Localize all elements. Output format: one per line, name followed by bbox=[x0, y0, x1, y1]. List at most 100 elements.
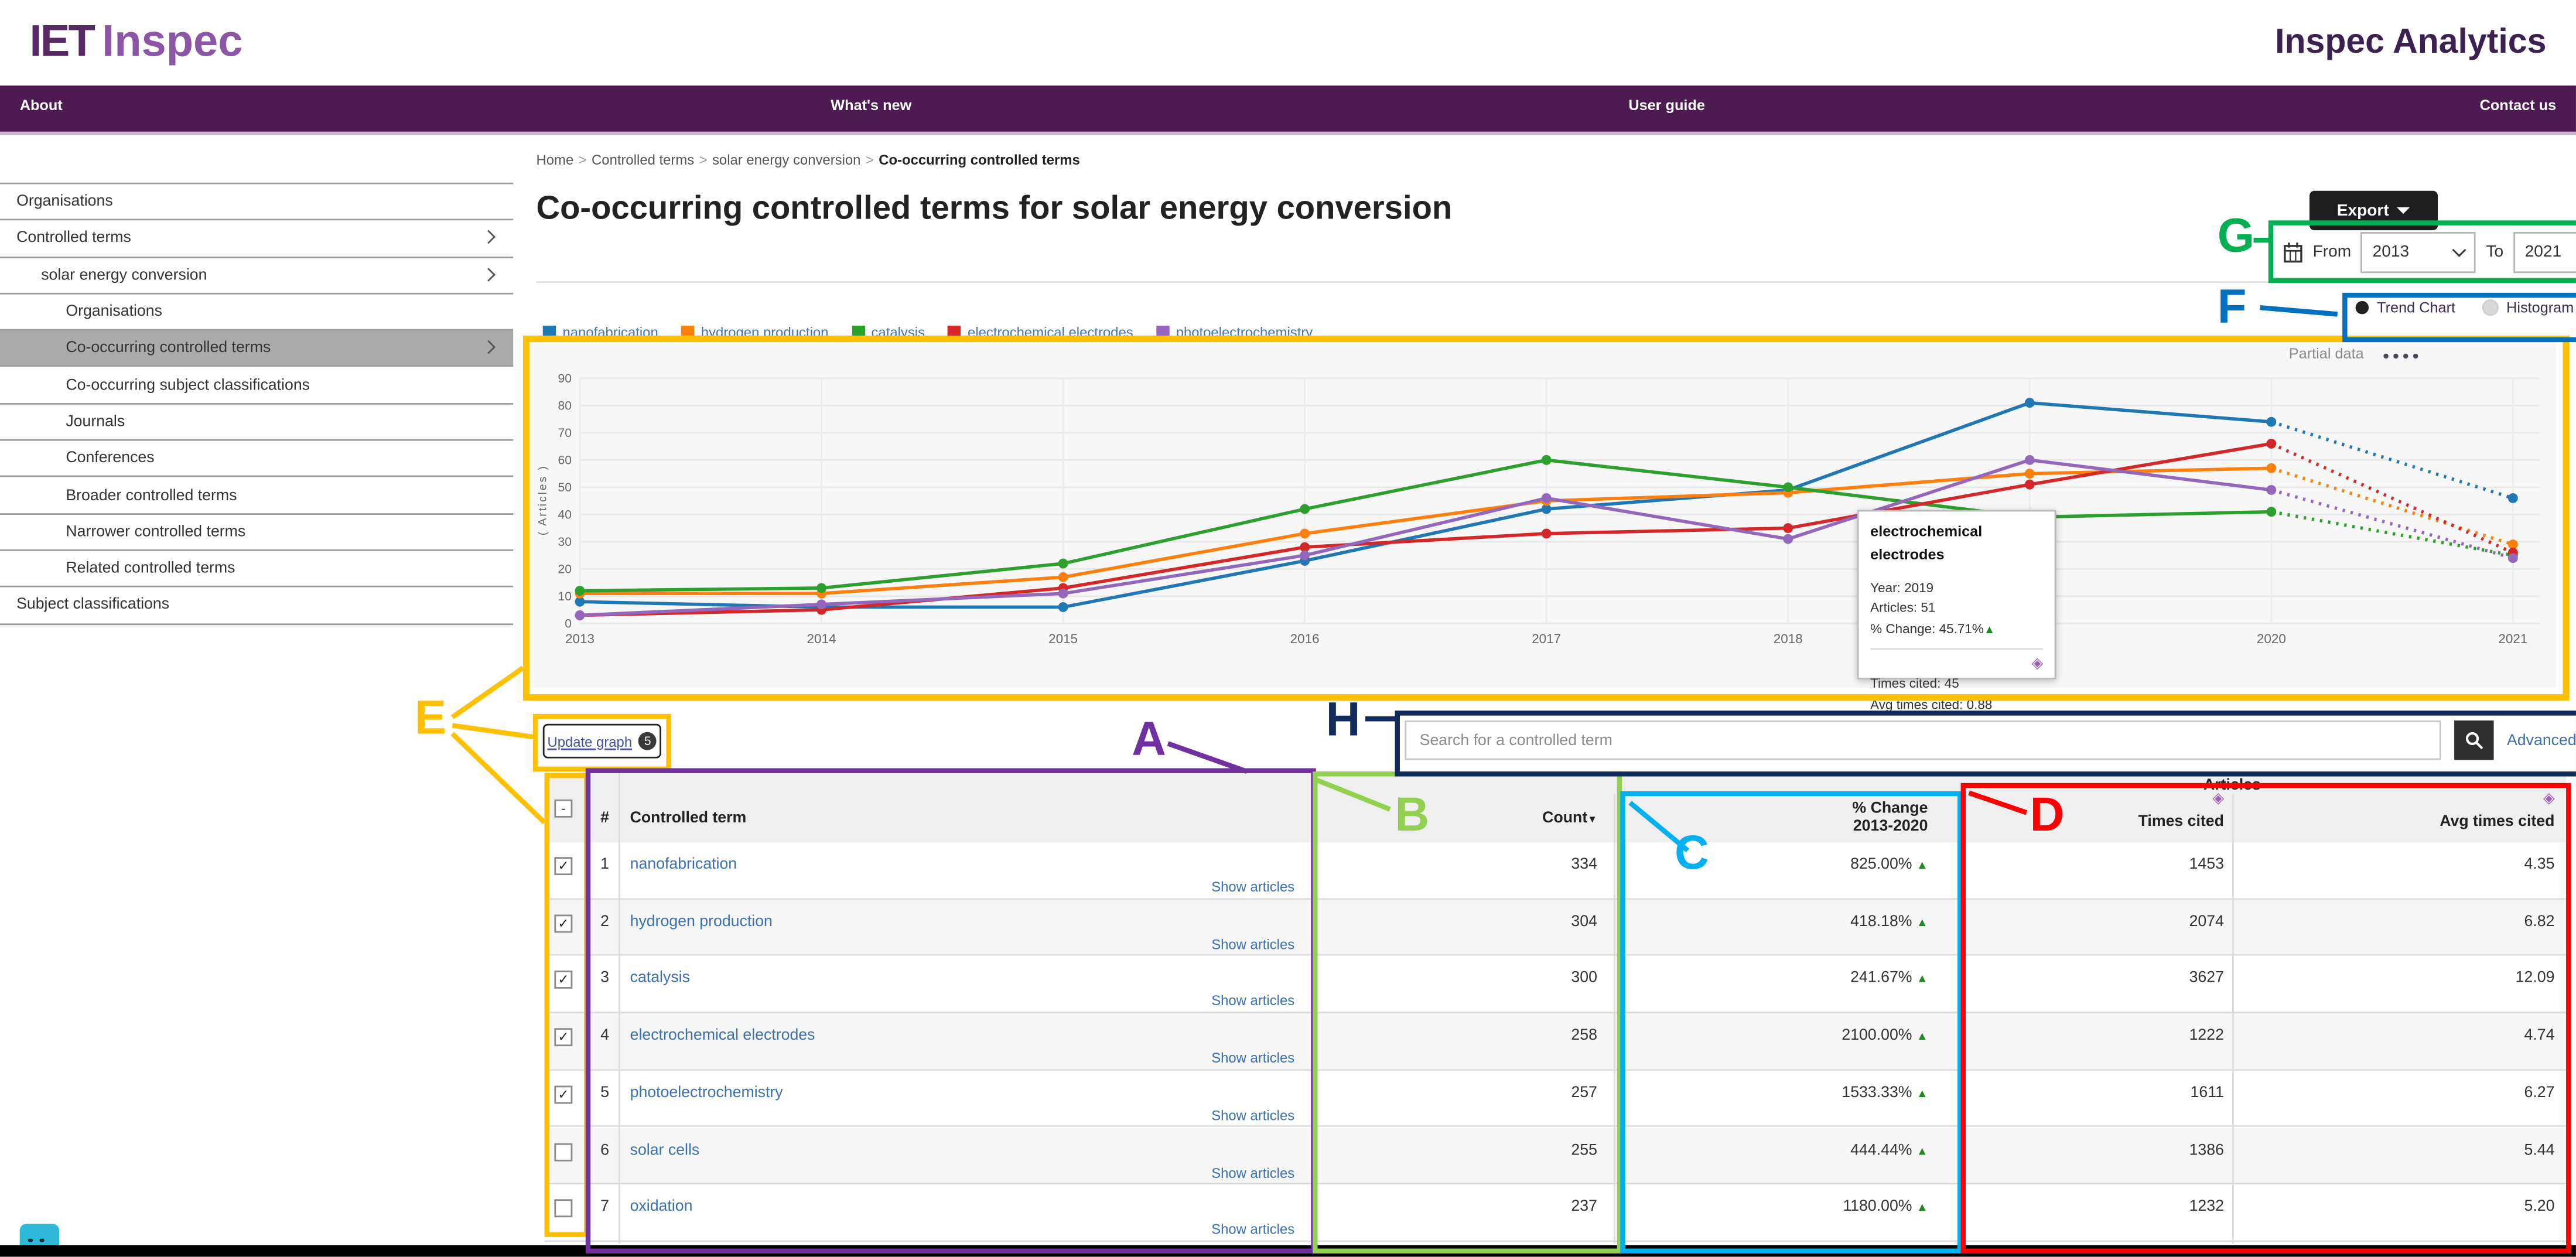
term-column-header: Controlled term bbox=[630, 809, 747, 828]
row-checkbox[interactable]: ✓ bbox=[554, 971, 572, 989]
sidebar-item-co-occurring-subject-classifications[interactable]: Co-occurring subject classifications bbox=[0, 368, 513, 405]
gem-icon: ◈ bbox=[2032, 654, 2043, 670]
row-rank: 4 bbox=[600, 1027, 609, 1045]
legend-item-photoelectrochemistry[interactable]: photoelectrochemistry bbox=[1156, 324, 1313, 340]
count-column-header[interactable]: Count▼ bbox=[1433, 809, 1597, 828]
breadcrumb-home[interactable]: Home bbox=[537, 151, 574, 168]
row-checkbox[interactable]: ✓ bbox=[554, 857, 572, 875]
term-link[interactable]: nanofabrication bbox=[630, 855, 737, 873]
row-checkbox[interactable]: ✓ bbox=[554, 1029, 572, 1047]
row-checkbox[interactable] bbox=[554, 1200, 572, 1218]
to-label: To bbox=[2486, 244, 2503, 262]
chevron-down-icon bbox=[2453, 243, 2467, 257]
radio-unselected-icon bbox=[2482, 299, 2498, 316]
nav-contact-us[interactable]: Contact us bbox=[2480, 97, 2557, 114]
to-year-select[interactable]: 2021 bbox=[2513, 232, 2576, 273]
update-graph-button[interactable]: Update graph 5 bbox=[543, 724, 661, 759]
table-row: 7oxidationShow articles2371180.00% ▲1232… bbox=[545, 1185, 2567, 1242]
table-row: ✓5photoelectrochemistryShow articles2571… bbox=[545, 1071, 2567, 1128]
export-button[interactable]: Export bbox=[2309, 191, 2438, 230]
row-rank: 5 bbox=[600, 1084, 609, 1102]
search-input[interactable] bbox=[1405, 720, 2441, 760]
row-checkbox[interactable]: ✓ bbox=[554, 1085, 572, 1104]
legend-item-electrochemical-electrodes[interactable]: electrochemical electrodes bbox=[948, 324, 1133, 340]
show-articles-link[interactable]: Show articles bbox=[1103, 879, 1294, 895]
breadcrumb-current: Co-occurring controlled terms bbox=[879, 151, 1080, 168]
term-link[interactable]: oxidation bbox=[630, 1198, 693, 1216]
row-rank: 1 bbox=[600, 855, 609, 873]
chat-widget-icon[interactable] bbox=[20, 1224, 59, 1245]
select-all-checkbox[interactable]: - bbox=[554, 800, 572, 818]
legend-item-hydrogen-production[interactable]: hydrogen production bbox=[681, 324, 828, 340]
nav-about[interactable]: About bbox=[20, 97, 63, 114]
section-divider bbox=[537, 281, 2571, 283]
sidebar-item-solar-energy-conversion[interactable]: solar energy conversion bbox=[0, 258, 513, 295]
date-range: From 2013 To 2021 bbox=[2283, 232, 2576, 273]
sidebar-item-controlled-terms[interactable]: Controlled terms bbox=[0, 221, 513, 258]
up-triangle-icon: ▲ bbox=[1916, 1089, 1928, 1101]
percent-change-value: 444.44% ▲ bbox=[1730, 1141, 1928, 1159]
svg-text:( Articles ): ( Articles ) bbox=[536, 464, 549, 535]
page: IET Inspec Inspec Analytics About What's… bbox=[0, 0, 2576, 1257]
count-value: 300 bbox=[1433, 969, 1597, 988]
legend-item-catalysis[interactable]: catalysis bbox=[852, 324, 925, 340]
breadcrumb: Home>Controlled terms>solar energy conve… bbox=[537, 151, 1080, 168]
show-articles-link[interactable]: Show articles bbox=[1103, 1164, 1294, 1180]
sidebar-item-co-occurring-controlled-terms[interactable]: Co-occurring controlled terms bbox=[0, 331, 513, 368]
svg-text:2021: 2021 bbox=[2498, 631, 2527, 646]
svg-text:50: 50 bbox=[558, 481, 571, 494]
chevron-right-icon bbox=[481, 341, 496, 355]
from-label: From bbox=[2313, 244, 2352, 262]
sidebar-item-narrower-controlled-terms[interactable]: Narrower controlled terms bbox=[0, 514, 513, 551]
row-rank: 6 bbox=[600, 1141, 609, 1159]
times-cited-value: 1453 bbox=[2059, 855, 2224, 873]
term-link[interactable]: photoelectrochemistry bbox=[630, 1084, 783, 1102]
sidebar-item-broader-controlled-terms[interactable]: Broader controlled terms bbox=[0, 477, 513, 514]
term-link[interactable]: solar cells bbox=[630, 1141, 700, 1159]
percent-change-value: 241.67% ▲ bbox=[1730, 969, 1928, 988]
sidebar-item-journals[interactable]: Journals bbox=[0, 404, 513, 441]
sidebar-item-conferences[interactable]: Conferences bbox=[0, 441, 513, 478]
svg-text:40: 40 bbox=[558, 508, 571, 521]
show-articles-link[interactable]: Show articles bbox=[1103, 1221, 1294, 1237]
show-articles-link[interactable]: Show articles bbox=[1103, 1050, 1294, 1066]
nav-whats-new[interactable]: What's new bbox=[831, 97, 911, 114]
legend-item-nanofabrication[interactable]: nanofabrication bbox=[543, 324, 658, 340]
avg-times-cited-value: 5.44 bbox=[2390, 1141, 2555, 1159]
avg-times-cited-value: 4.74 bbox=[2390, 1027, 2555, 1045]
count-value: 237 bbox=[1433, 1198, 1597, 1216]
row-checkbox[interactable]: ✓ bbox=[554, 914, 572, 932]
svg-text:2014: 2014 bbox=[807, 631, 836, 646]
histogram-radio[interactable]: Histogram bbox=[2482, 299, 2574, 316]
nav-user-guide[interactable]: User guide bbox=[1628, 97, 1705, 114]
term-link[interactable]: electrochemical electrodes bbox=[630, 1027, 815, 1045]
show-articles-link[interactable]: Show articles bbox=[1103, 993, 1294, 1009]
caret-down-icon bbox=[2397, 207, 2410, 214]
breadcrumb-controlled-terms[interactable]: Controlled terms bbox=[592, 151, 694, 168]
search-button[interactable] bbox=[2454, 720, 2493, 760]
chevron-right-icon bbox=[481, 231, 496, 245]
table-row: ✓ 4 electrochemical electrodes Show article… bbox=[545, 1013, 2567, 1070]
from-year-select[interactable]: 2013 bbox=[2361, 232, 2476, 273]
sidebar-item-organisations[interactable]: Organisations bbox=[0, 294, 513, 331]
sidebar-item-organisations[interactable]: Organisations bbox=[0, 185, 513, 221]
up-triangle-icon: ▲ bbox=[1916, 1031, 1928, 1043]
update-graph-badge: 5 bbox=[638, 732, 657, 750]
show-articles-link[interactable]: Show articles bbox=[1103, 935, 1294, 952]
sidebar-item-subject-classifications[interactable]: Subject classifications bbox=[0, 587, 513, 624]
row-checkbox[interactable] bbox=[554, 1142, 572, 1160]
term-link[interactable]: catalysis bbox=[630, 969, 690, 988]
sidebar-item-related-controlled-terms[interactable]: Related controlled terms bbox=[0, 551, 513, 588]
iet-logo: IET bbox=[30, 16, 94, 67]
legend-swatch-icon bbox=[852, 326, 865, 339]
table-row: 6solar cellsShow articles255444.44% ▲138… bbox=[545, 1128, 2567, 1184]
search-icon bbox=[2464, 730, 2484, 750]
up-triangle-icon: ▲ bbox=[1916, 975, 1928, 986]
svg-text:2017: 2017 bbox=[1532, 631, 1561, 646]
trend-chart-radio[interactable]: Trend Chart bbox=[2356, 299, 2455, 316]
term-link[interactable]: hydrogen production bbox=[630, 913, 773, 931]
advanced-search-link[interactable]: Advanced bbox=[2507, 731, 2576, 749]
chevron-right-icon bbox=[481, 267, 496, 281]
breadcrumb-term[interactable]: solar energy conversion bbox=[712, 151, 860, 168]
show-articles-link[interactable]: Show articles bbox=[1103, 1106, 1294, 1123]
